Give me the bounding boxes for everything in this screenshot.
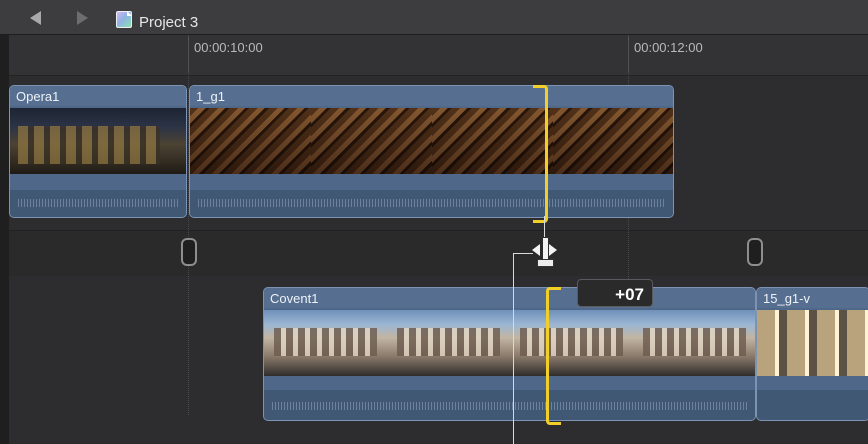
project-title: Project 3: [139, 14, 199, 31]
trim-connector-line: [513, 253, 514, 444]
trim-cursor-icon: [532, 237, 557, 267]
clip-opera1[interactable]: Opera1: [9, 85, 187, 218]
audio-waveform-opera1: [10, 190, 186, 217]
connection-handle[interactable]: [747, 238, 763, 266]
audio-waveform-covent1: [264, 390, 755, 420]
timeline-left-strip: [0, 35, 9, 444]
filmstrip-covent1: [264, 310, 755, 376]
clip-label-15-g1-v: 15_g1-v: [763, 291, 810, 306]
filmstrip-15-g1-v: [757, 310, 868, 376]
forward-arrow-icon[interactable]: [77, 11, 88, 25]
ruler-label-12s: 00:00:12:00: [634, 40, 703, 55]
trim-offset-display: +07: [577, 279, 653, 307]
audio-waveform-1-g1: [190, 190, 673, 217]
ruler-label-10s: 00:00:10:00: [194, 40, 263, 55]
timeline-ruler[interactable]: 00:00:10:00 00:00:12:00: [0, 35, 868, 76]
clip-label-covent1: Covent1: [270, 291, 319, 306]
clip-1-g1[interactable]: 1_g1: [189, 85, 674, 218]
clip-15-g1-v[interactable]: 15_g1-v: [756, 287, 868, 421]
clip-label-opera1: Opera1: [16, 89, 60, 104]
clip-covent1[interactable]: Covent1: [263, 287, 756, 421]
header-bar: Project 3: [0, 0, 868, 35]
trim-connector-line: [513, 253, 533, 254]
filmstrip-opera1: [10, 108, 186, 174]
trim-edit-point-bottom[interactable]: [546, 287, 561, 425]
timeline-lane-middle[interactable]: [9, 230, 868, 277]
connection-handle[interactable]: [181, 238, 197, 266]
trim-edit-point-top[interactable]: [533, 85, 548, 223]
project-icon: [116, 11, 132, 28]
clip-label-1-g1: 1_g1: [196, 89, 225, 104]
audio-waveform-15-g1-v: [757, 390, 868, 420]
filmstrip-1-g1: [190, 108, 673, 174]
back-arrow-icon[interactable]: [30, 11, 41, 25]
